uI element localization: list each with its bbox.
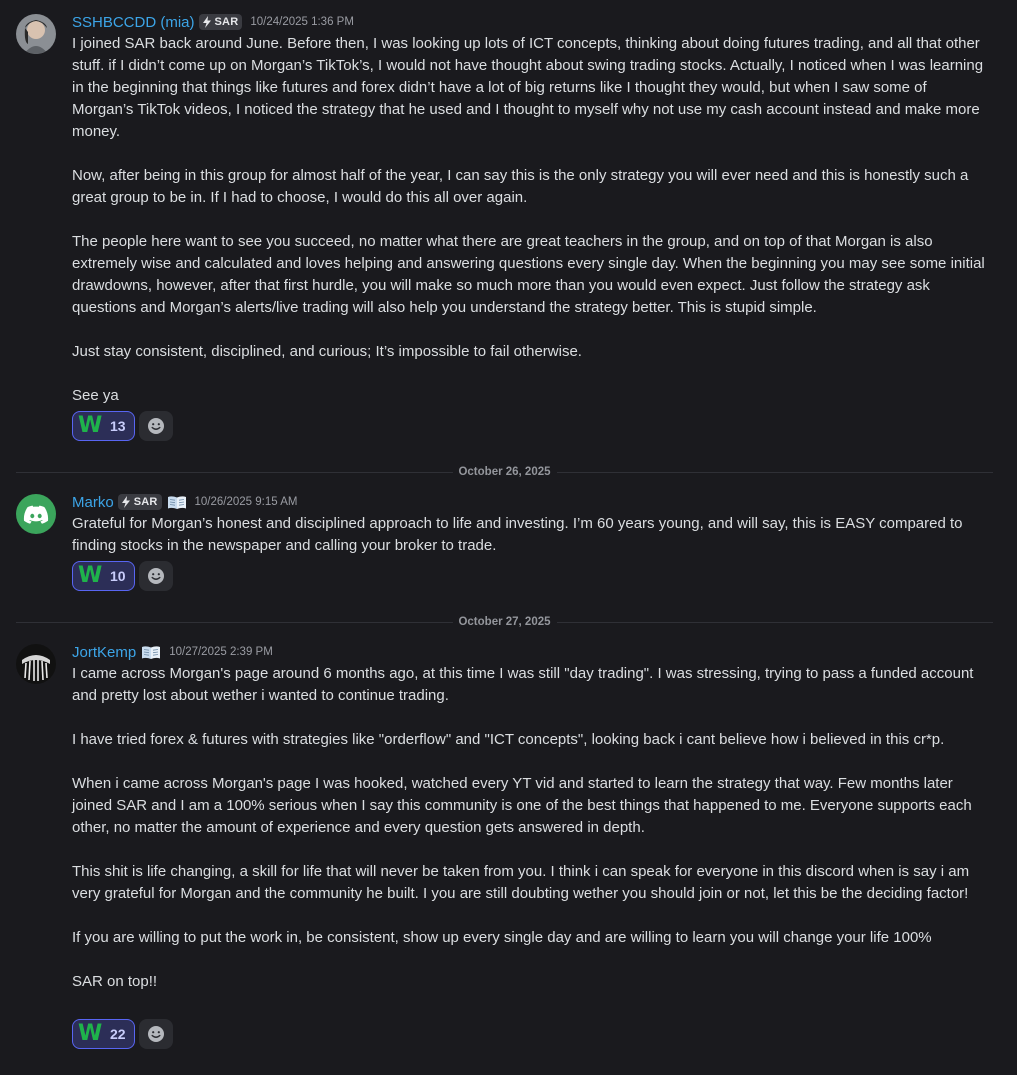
message-paragraph: If you are willing to put the work in, b…	[72, 929, 932, 946]
add-reaction-button[interactable]	[138, 1019, 173, 1049]
message-paragraph: The people here want to see you succeed,…	[72, 233, 985, 316]
message-paragraph: See ya	[72, 387, 119, 404]
username[interactable]: Marko	[72, 494, 114, 511]
message-paragraph: This shit is life changing, a skill for …	[72, 863, 970, 902]
message-paragraph: I joined SAR back around June. Before th…	[72, 35, 984, 140]
reaction-w[interactable]: W 13	[72, 411, 135, 441]
server-tag-label: SAR	[133, 496, 158, 508]
message-content: I came across Morgan's page around 6 mon…	[72, 663, 992, 993]
date-divider: October 26, 2025	[16, 465, 993, 479]
open-book-icon	[142, 646, 161, 659]
add-reaction-button[interactable]	[138, 561, 173, 591]
reaction-w[interactable]: W 10	[72, 561, 135, 591]
user-avatar[interactable]	[16, 14, 56, 54]
message-paragraph: I have tried forex & futures with strate…	[72, 731, 945, 748]
message-paragraph: Just stay consistent, disciplined, and c…	[72, 343, 582, 360]
w-emoji-icon: W	[78, 413, 103, 438]
date-divider: October 27, 2025	[16, 615, 993, 629]
open-book-icon	[167, 496, 186, 509]
w-emoji-icon: W	[78, 563, 103, 588]
smiley-face-icon	[147, 568, 164, 584]
smiley-face-icon	[147, 418, 164, 434]
reaction-count: 22	[110, 1026, 126, 1042]
lightning-bolt-icon	[121, 496, 130, 508]
timestamp: 10/26/2025 9:15 AM	[194, 496, 298, 508]
message-paragraph: When i came across Morgan's page I was h…	[72, 775, 972, 836]
username[interactable]: SSHBCCDD (mia)	[72, 14, 195, 31]
message-paragraph: Grateful for Morgan’s honest and discipl…	[72, 515, 963, 554]
reaction-count: 10	[110, 568, 126, 584]
server-tag[interactable]: SAR	[117, 494, 162, 510]
reactions-bar: W 10	[72, 561, 173, 591]
divider-date: October 27, 2025	[452, 615, 557, 629]
timestamp: 10/24/2025 1:36 PM	[250, 16, 354, 28]
username[interactable]: JortKemp	[72, 644, 136, 661]
divider-date: October 26, 2025	[452, 465, 557, 479]
message-paragraph: SAR on top!!	[72, 973, 158, 990]
reactions-bar: W 22	[72, 1019, 173, 1049]
server-tag[interactable]: SAR	[198, 14, 243, 30]
message-paragraph: I came across Morgan's page around 6 mon…	[72, 665, 974, 704]
reaction-count: 13	[110, 418, 126, 434]
user-avatar[interactable]	[16, 494, 56, 534]
discord-logo-icon	[23, 505, 49, 524]
message-content: I joined SAR back around June. Before th…	[72, 33, 992, 407]
add-reaction-button[interactable]	[138, 411, 173, 441]
server-tag-label: SAR	[214, 16, 239, 28]
w-emoji-icon: W	[78, 1021, 103, 1046]
smiley-face-icon	[147, 1026, 164, 1042]
reaction-w[interactable]: W 22	[72, 1019, 135, 1049]
lightning-bolt-icon	[202, 16, 211, 28]
reactions-bar: W 13	[72, 411, 173, 441]
timestamp: 10/27/2025 2:39 PM	[169, 646, 273, 658]
message-content: Grateful for Morgan’s honest and discipl…	[72, 513, 992, 557]
message-paragraph: Now, after being in this group for almos…	[72, 167, 969, 206]
user-avatar[interactable]	[16, 644, 56, 684]
